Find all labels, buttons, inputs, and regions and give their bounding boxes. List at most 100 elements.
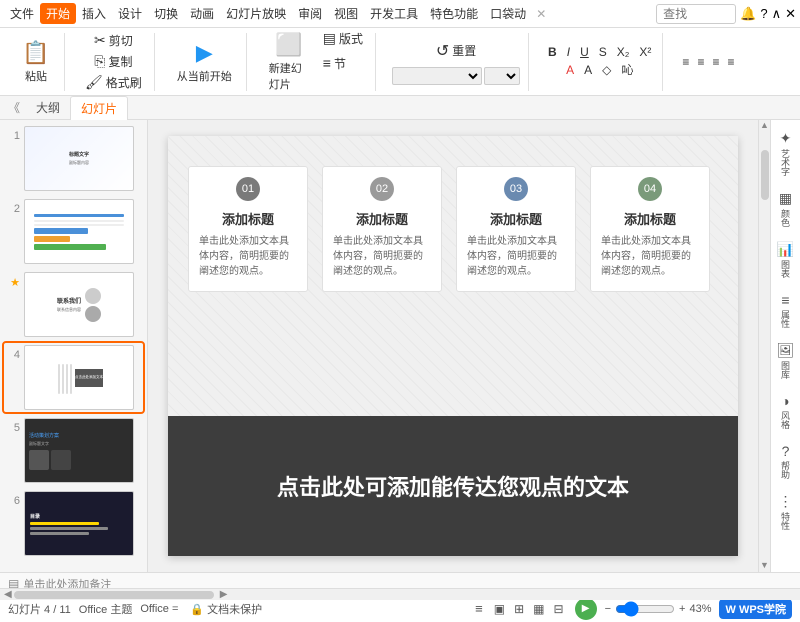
slide-item-3[interactable]: ★ 联系我们 联系信息内容 xyxy=(4,270,143,339)
notes-view-icon[interactable]: ⊟ xyxy=(551,601,567,617)
section-button[interactable]: ≡ 节 xyxy=(319,53,367,74)
collapse-icon[interactable]: 《 xyxy=(8,99,20,116)
align-row: ≡ ≡ ≡ ≡ xyxy=(679,54,737,70)
font-size-selector[interactable] xyxy=(484,67,520,85)
slide-top-section: 01 添加标题 单击此处添加文本具体内容，简明扼要的阐述您的观点。 02 添加标… xyxy=(168,136,738,416)
menu-start[interactable]: 开始 xyxy=(40,3,76,24)
menu-switch[interactable]: 切换 xyxy=(148,3,184,24)
zoom-in-button[interactable]: + xyxy=(679,603,685,615)
align-center-button[interactable]: ≡ xyxy=(694,54,707,70)
slide-item-6[interactable]: 6 目录 xyxy=(4,489,143,558)
font-selector[interactable] xyxy=(392,67,482,85)
menu-view[interactable]: 视图 xyxy=(328,3,364,24)
card-title-4: 添加标题 xyxy=(601,209,699,228)
copy-button[interactable]: ⎘ 复制 xyxy=(90,51,136,72)
normal-view-icon[interactable]: ▣ xyxy=(491,601,508,617)
align-left-button[interactable]: ≡ xyxy=(679,54,692,70)
reading-view-icon[interactable]: ▦ xyxy=(530,601,547,617)
zoom-out-button[interactable]: − xyxy=(605,603,611,615)
card-title-3: 添加标题 xyxy=(467,209,565,228)
sidebar-tool-art[interactable]: ✦ 艺术字 xyxy=(777,124,794,182)
font-color-button[interactable]: A xyxy=(563,62,577,78)
tab-slides[interactable]: 幻灯片 xyxy=(70,96,128,120)
h-scroll-thumb[interactable] xyxy=(14,591,214,599)
bold-button[interactable]: B xyxy=(545,44,560,60)
align-right-button[interactable]: ≡ xyxy=(709,54,722,70)
ribbon-group-slideshow: ▶ 从当前开始 xyxy=(163,33,247,91)
scroll-up-button[interactable]: ▲ xyxy=(760,120,769,130)
slide-item-1[interactable]: 1 标题文字 副标题内容 xyxy=(4,124,143,193)
menu-special[interactable]: 特色功能 xyxy=(424,3,484,24)
menu-insert[interactable]: 插入 xyxy=(76,3,112,24)
redo-button[interactable]: ↺ 重置 xyxy=(432,39,480,63)
status-left: 幻灯片 4 / 11 Office 主题 Office = 🔒 文档未保护 xyxy=(8,601,467,617)
menu-pocket[interactable]: 口袋动 xyxy=(484,3,532,24)
start-from-here-button[interactable]: ▶ 从当前开始 xyxy=(171,36,238,88)
text-highlight-button[interactable]: A xyxy=(581,62,595,78)
shape-fill-button[interactable]: ◇ xyxy=(599,62,614,78)
slide-info: 幻灯片 4 / 11 xyxy=(8,601,71,617)
menu-design[interactable]: 设计 xyxy=(112,3,148,24)
underline-button[interactable]: U xyxy=(577,44,592,60)
slide-item-2[interactable]: 2 xyxy=(4,197,143,266)
content-cards: 01 添加标题 单击此处添加文本具体内容，简明扼要的阐述您的观点。 02 添加标… xyxy=(188,166,710,292)
help-icon[interactable]: ? xyxy=(760,6,767,21)
color-icon: ▦ xyxy=(779,190,792,207)
slide-bottom-section[interactable]: 点击此处可添加能传达您观点的文本 xyxy=(168,416,738,556)
slide-panel: 1 标题文字 副标题内容 2 xyxy=(0,120,148,572)
superscript-button[interactable]: X² xyxy=(636,44,654,60)
sidebar-tool-style[interactable]: ◑ 风格 xyxy=(777,387,794,435)
italic-button[interactable]: I xyxy=(564,44,573,60)
search-input[interactable] xyxy=(656,4,736,24)
props-icon: ≡ xyxy=(781,292,789,308)
right-sidebar: ✦ 艺术字 ▦ 颜色 📊 图表 ≡ 属性 xyxy=(770,120,800,572)
tab-outline[interactable]: 大纲 xyxy=(26,96,70,119)
slide-sorter-icon[interactable]: ⊞ xyxy=(511,601,527,617)
close-icon[interactable]: ✕ xyxy=(785,6,796,22)
layout-button[interactable]: ▤ 版式 xyxy=(319,28,367,49)
char-spacing-button[interactable]: 吣 xyxy=(618,60,636,79)
menu-dev[interactable]: 开发工具 xyxy=(364,3,424,24)
wps-logo[interactable]: W WPS学院 xyxy=(719,599,792,619)
menu-bar: 文件 开始 插入 设计 切换 动画 幻灯片放映 审阅 视图 开发工具 特色功能 … xyxy=(0,0,800,28)
new-slide-button[interactable]: ⬜ 新建幻灯片 xyxy=(263,28,315,96)
paste-button[interactable]: 📋 粘贴 xyxy=(16,36,56,88)
add-icon: ＋ xyxy=(65,566,81,572)
sidebar-tool-gallery[interactable]: 🖼 图库 xyxy=(775,336,797,385)
play-button[interactable]: ▶ xyxy=(575,598,597,620)
strikethrough-button[interactable]: S xyxy=(596,44,610,60)
slide-thumb-6: 目录 xyxy=(24,491,134,556)
sidebar-tool-chart[interactable]: 📊 图表 xyxy=(775,235,796,284)
menu-slideshow[interactable]: 幻灯片放映 xyxy=(220,3,292,24)
add-slide-button[interactable]: ＋ xyxy=(4,562,143,572)
status-icon-1[interactable]: ≡ xyxy=(475,601,483,616)
content-card-3[interactable]: 03 添加标题 单击此处添加文本具体内容，简明扼要的阐述您的观点。 xyxy=(456,166,576,292)
sidebar-tool-props[interactable]: ≡ 属性 xyxy=(777,286,794,334)
slide-item-5[interactable]: 5 活动策划方案 副标题文字 xyxy=(4,416,143,485)
features-icon: ⋮ xyxy=(779,493,793,510)
zoom-slider[interactable] xyxy=(615,601,675,617)
subscript-button[interactable]: X₂ xyxy=(614,44,633,60)
scroll-down-button[interactable]: ▼ xyxy=(760,560,769,570)
justify-button[interactable]: ≡ xyxy=(724,54,737,70)
slide-canvas: 01 添加标题 单击此处添加文本具体内容，简明扼要的阐述您的观点。 02 添加标… xyxy=(168,136,738,556)
content-card-2[interactable]: 02 添加标题 单击此处添加文本具体内容，简明扼要的阐述您的观点。 xyxy=(322,166,442,292)
card-number-1: 01 xyxy=(236,177,260,201)
menu-review[interactable]: 审阅 xyxy=(292,3,328,24)
format-brush-button[interactable]: 🖌 格式刷 xyxy=(81,72,146,93)
menu-animation[interactable]: 动画 xyxy=(184,3,220,24)
bell-icon[interactable]: 🔔 xyxy=(740,6,756,22)
minimize-icon[interactable]: ∧ xyxy=(772,6,782,22)
ribbon-group-textformat: B I U S X₂ X² A A ◇ 吣 xyxy=(537,33,663,91)
slide-thumb-3: 联系我们 联系信息内容 xyxy=(24,272,134,337)
sidebar-tool-features[interactable]: ⋮ 特性 xyxy=(777,487,795,536)
content-card-4[interactable]: 04 添加标题 单击此处添加文本具体内容，简明扼要的阐述您的观点。 xyxy=(590,166,710,292)
sidebar-tool-help[interactable]: ? 帮助 xyxy=(777,437,794,485)
slide-item-4[interactable]: 4 点击此处添加文本 xyxy=(4,343,143,412)
cut-button[interactable]: ✂ 剪切 xyxy=(90,30,137,51)
content-card-1[interactable]: 01 添加标题 单击此处添加文本具体内容，简明扼要的阐述您的观点。 xyxy=(188,166,308,292)
menu-file[interactable]: 文件 xyxy=(4,3,40,24)
scroll-thumb[interactable] xyxy=(761,150,769,200)
art-icon: ✦ xyxy=(780,130,792,147)
sidebar-tool-color[interactable]: ▦ 颜色 xyxy=(777,184,794,233)
